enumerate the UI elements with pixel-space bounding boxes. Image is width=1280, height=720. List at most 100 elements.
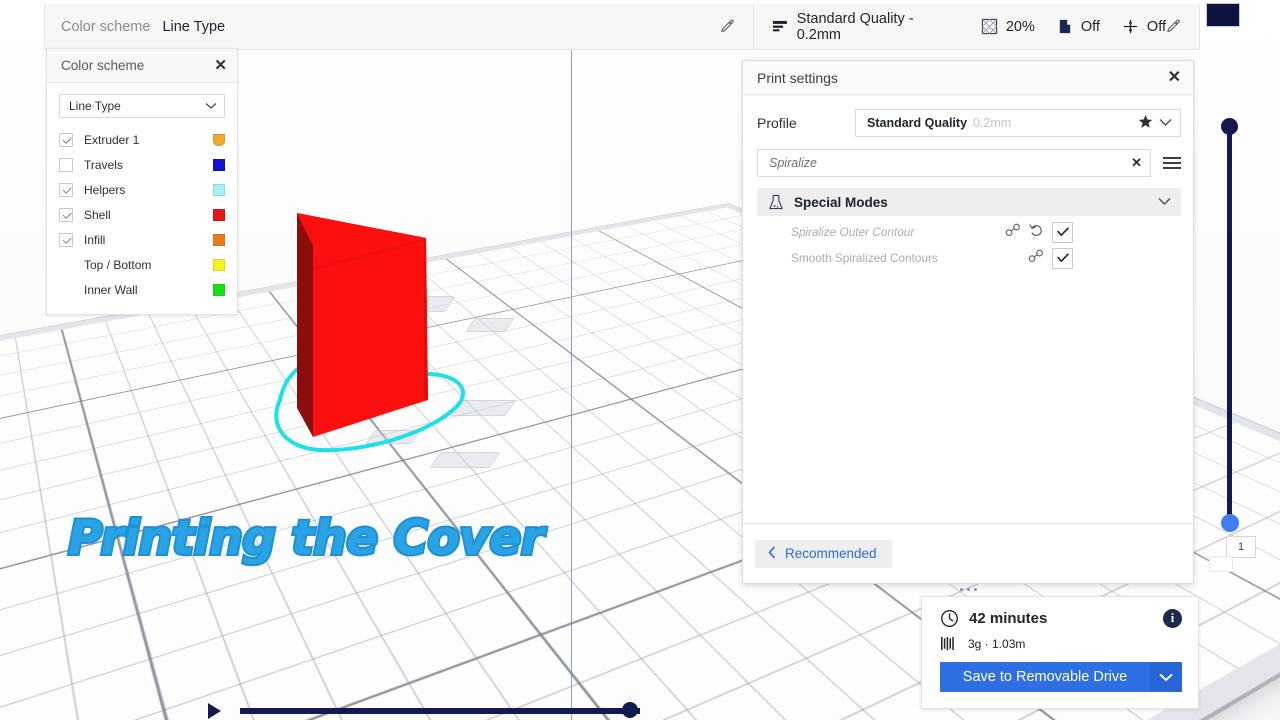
layers-icon	[772, 20, 787, 32]
color-scheme-row-label: Travels	[84, 157, 123, 172]
setting-row[interactable]: Smooth Spiralized Contours	[757, 245, 1181, 271]
color-swatch	[213, 158, 225, 171]
profile-name: Standard Quality	[867, 116, 968, 130]
close-icon[interactable]: ✕	[1131, 155, 1142, 171]
color-scheme-panel-header: Color scheme ✕	[47, 49, 237, 83]
close-icon[interactable]: ✕	[1168, 69, 1181, 86]
save-to-removable-drive-button[interactable]: Save to Removable Drive	[940, 662, 1182, 692]
checkbox[interactable]	[59, 207, 73, 222]
profile-sub: 0.2mm	[973, 116, 1012, 130]
print-settings-header: Print settings ✕	[743, 61, 1193, 95]
setting-checkbox[interactable]	[1052, 221, 1073, 243]
infill-icon	[981, 18, 997, 35]
star-icon[interactable]	[1138, 114, 1153, 132]
color-scheme-select[interactable]: Line Type	[59, 94, 225, 118]
revert-icon[interactable]	[1029, 223, 1044, 242]
color-scheme-value: Line Type	[162, 18, 226, 35]
pencil-icon[interactable]	[720, 19, 735, 34]
settings-list: Spiralize Outer Contour Smooth Spiralized…	[757, 219, 1181, 271]
checkbox[interactable]	[59, 232, 73, 247]
toolbar-infill[interactable]: 20%	[981, 18, 1035, 35]
toolbar-adhesion[interactable]: Off	[1122, 18, 1166, 35]
info-icon[interactable]: i	[1163, 609, 1182, 628]
color-scheme-row[interactable]: Top / Bottom	[59, 252, 225, 277]
color-scheme-row-label: Shell	[84, 207, 111, 222]
color-scheme-row[interactable]: Helpers	[59, 177, 225, 202]
color-scheme-row-label: Helpers	[84, 182, 126, 197]
clock-icon	[941, 610, 958, 627]
top-toolbar: Color scheme Line Type Standard Quality …	[44, 3, 1200, 50]
setting-row[interactable]: Spiralize Outer Contour	[757, 219, 1181, 245]
chevron-left-icon	[768, 545, 776, 562]
toolbar-support-value: Off	[1080, 18, 1100, 35]
color-scheme-row[interactable]: Infill	[59, 227, 225, 252]
chevron-down-icon[interactable]	[1158, 193, 1171, 211]
recommended-button[interactable]: Recommended	[755, 539, 892, 568]
layer-slider-track[interactable]	[1227, 128, 1232, 531]
close-icon[interactable]: ✕	[214, 58, 227, 73]
settings-category-special-modes[interactable]: Special Modes	[757, 188, 1181, 216]
color-swatch	[213, 258, 225, 271]
setting-label: Spiralize Outer Contour	[791, 225, 915, 239]
layer-slider-bottom-handle[interactable]	[1221, 514, 1239, 532]
link-icon[interactable]	[1028, 249, 1044, 268]
color-scheme-row[interactable]: Inner Wall	[59, 277, 225, 302]
checkbox[interactable]	[59, 157, 73, 172]
playbar-handle[interactable]	[622, 702, 638, 718]
pencil-icon[interactable]	[1166, 19, 1181, 34]
save-button-label[interactable]: Save to Removable Drive	[940, 662, 1150, 692]
color-swatch	[213, 183, 225, 196]
color-scheme-row[interactable]: Shell	[59, 202, 225, 227]
layer-view-thumbnail	[1206, 3, 1240, 27]
toolbar-color-scheme-section[interactable]: Color scheme Line Type	[45, 4, 753, 50]
axis-guide-line	[571, 46, 573, 720]
layer-slider[interactable]: 1	[1212, 118, 1272, 558]
toolbar-print-settings-section[interactable]: Standard Quality - 0.2mm 20% Off Off	[754, 4, 1199, 50]
print-settings-body: Profile Standard Quality 0.2mm Spiralize…	[743, 95, 1193, 523]
color-scheme-row[interactable]: Travels	[59, 152, 225, 177]
color-scheme-panel-body: Line Type Extruder 1 Travels Helpers Shell I…	[47, 83, 237, 314]
simulation-playbar[interactable]	[208, 700, 648, 720]
layer-slider-top-handle[interactable]	[1221, 118, 1238, 135]
panel-title: Print settings	[757, 69, 838, 86]
model-object[interactable]	[283, 205, 463, 445]
layer-slider-tail	[1209, 556, 1233, 572]
toolbar-support[interactable]: Off	[1057, 18, 1100, 35]
checkbox[interactable]	[59, 182, 73, 197]
color-scheme-row-label: Top / Bottom	[84, 257, 152, 272]
link-icon[interactable]	[1005, 223, 1021, 242]
panel-title: Color scheme	[61, 58, 145, 73]
category-title: Special Modes	[794, 194, 888, 210]
checkbox-placeholder	[59, 283, 73, 297]
print-settings-panel: Print settings ✕ Profile Standard Qualit…	[742, 60, 1194, 591]
hamburger-icon[interactable]	[1163, 157, 1181, 169]
color-scheme-row-label: Inner Wall	[84, 282, 138, 297]
video-title-overlay: Printing the Cover	[66, 509, 546, 568]
support-icon	[1059, 19, 1071, 34]
revert-icon	[1029, 223, 1042, 236]
search-input-value: Spiralize	[769, 156, 817, 170]
check-icon	[1056, 253, 1069, 262]
color-swatch	[213, 133, 225, 146]
link-icon	[1005, 223, 1020, 236]
search-input[interactable]: Spiralize ✕	[757, 149, 1151, 177]
playbar-track[interactable]	[240, 708, 640, 714]
play-icon[interactable]	[208, 703, 221, 719]
chevron-down-icon[interactable]	[1150, 662, 1182, 692]
checkbox[interactable]	[59, 132, 73, 147]
setting-checkbox[interactable]	[1052, 247, 1073, 269]
toolbar-adhesion-value: Off	[1146, 18, 1166, 35]
color-scheme-row[interactable]: Extruder 1	[59, 127, 225, 152]
recommended-label: Recommended	[785, 546, 877, 561]
profile-select[interactable]: Standard Quality 0.2mm	[855, 109, 1181, 137]
chevron-down-icon[interactable]	[1159, 114, 1172, 132]
color-scheme-row-label: Infill	[84, 232, 106, 247]
print-time: 42 minutes	[969, 610, 1048, 627]
toolbar-infill-value: 20%	[1005, 18, 1035, 35]
drag-handle-icon[interactable]	[743, 583, 1193, 595]
toolbar-profile[interactable]: Standard Quality - 0.2mm	[772, 11, 959, 43]
cura-window: Printing the Cover Color scheme Line Typ…	[0, 0, 1280, 720]
color-swatch	[213, 283, 225, 296]
special-modes-icon	[769, 194, 783, 209]
setting-label: Smooth Spiralized Contours	[791, 251, 938, 265]
